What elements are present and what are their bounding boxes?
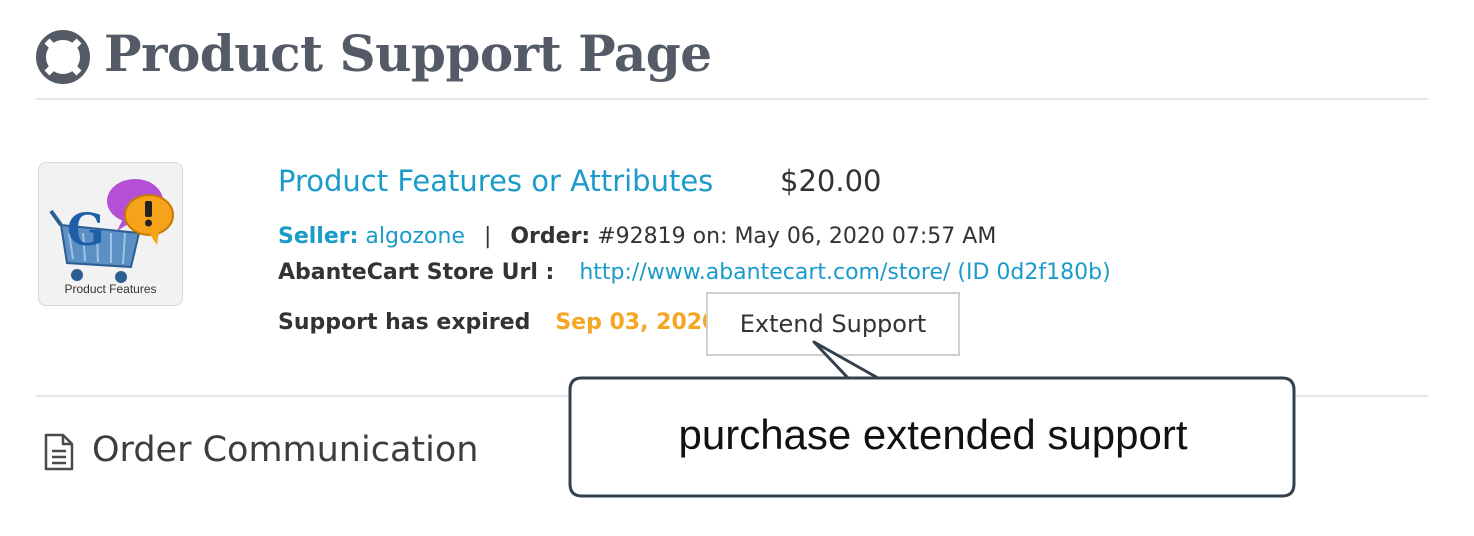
svg-text:G: G bbox=[67, 205, 105, 256]
store-url-line: AbanteCart Store Url : http://www.abante… bbox=[278, 260, 1111, 285]
support-expiry-date: Sep 03, 2020 bbox=[555, 310, 718, 335]
separator: | bbox=[483, 224, 492, 249]
order-communication-title: Order Communication bbox=[92, 430, 479, 470]
callout-text: purchase extended support bbox=[678, 411, 1188, 458]
thumbnail-caption: Product Features bbox=[64, 282, 157, 296]
life-ring-icon bbox=[36, 30, 90, 84]
page-title: Product Support Page bbox=[104, 24, 712, 83]
support-status-line: Support has expired Sep 03, 2020 bbox=[278, 310, 717, 335]
seller-link[interactable]: algozone bbox=[365, 224, 465, 249]
product-thumbnail[interactable]: G Product Features bbox=[38, 162, 183, 306]
document-icon bbox=[44, 433, 74, 471]
store-url-link[interactable]: http://www.abantecart.com/store/ (ID 0d2… bbox=[579, 260, 1110, 285]
product-name-link[interactable]: Product Features or Attributes bbox=[278, 164, 713, 198]
seller-label: Seller: bbox=[278, 224, 359, 249]
store-url-label: AbanteCart Store Url : bbox=[278, 260, 555, 285]
product-price: $20.00 bbox=[780, 164, 882, 198]
order-value: #92819 on: May 06, 2020 07:57 AM bbox=[597, 224, 997, 249]
support-status-label: Support has expired bbox=[278, 310, 531, 335]
seller-order-line: Seller: algozone | Order: #92819 on: May… bbox=[278, 224, 996, 249]
order-label: Order: bbox=[510, 224, 591, 249]
page-header: Product Support Page bbox=[36, 20, 1428, 100]
